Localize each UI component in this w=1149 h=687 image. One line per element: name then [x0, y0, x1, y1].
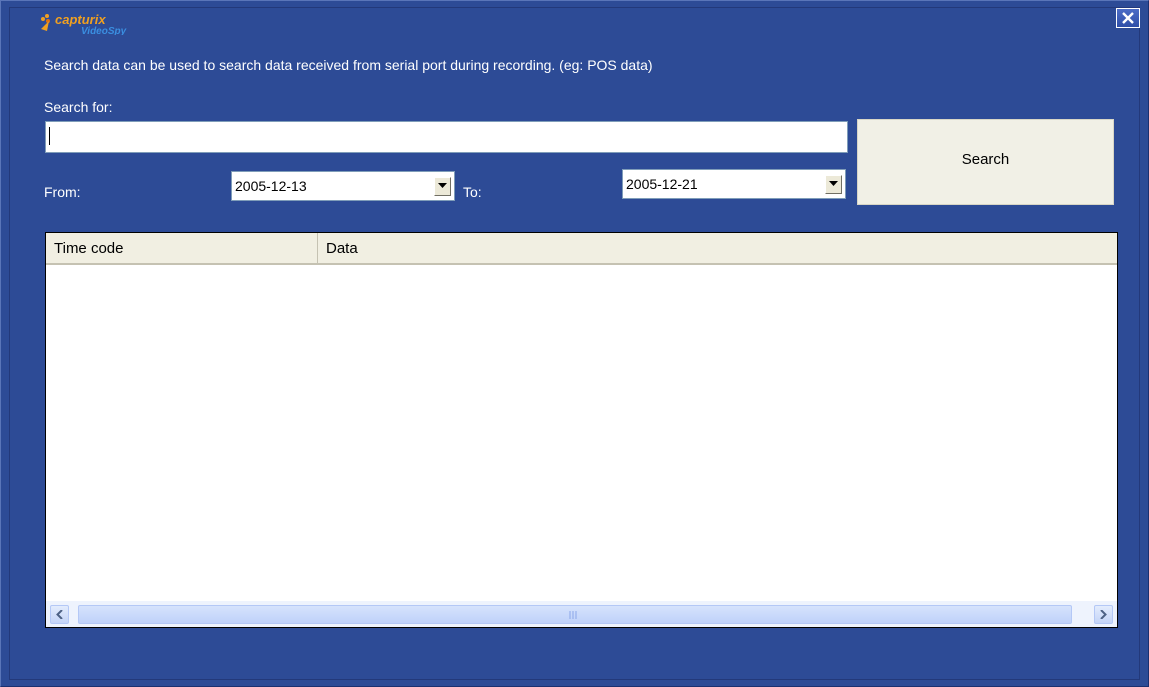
to-date-picker[interactable]: 2005-12-21: [622, 169, 846, 199]
svg-text:VideoSpy: VideoSpy: [81, 26, 127, 35]
scroll-left-button[interactable]: [50, 605, 69, 624]
search-button[interactable]: Search: [857, 119, 1114, 205]
chevron-down-icon: [438, 183, 447, 188]
to-date-dropdown-button[interactable]: [825, 175, 842, 194]
search-data-window: capturix VideoSpy Search data can be use…: [0, 0, 1149, 687]
results-header: Time code Data: [46, 233, 1117, 265]
chevron-left-icon: [56, 610, 63, 619]
scroll-right-button[interactable]: [1094, 605, 1113, 624]
column-header-data[interactable]: Data: [318, 233, 1117, 263]
horizontal-scrollbar[interactable]: [46, 601, 1117, 627]
search-input[interactable]: [45, 121, 848, 153]
chevron-down-icon: [829, 181, 838, 186]
to-date-value: 2005-12-21: [626, 176, 698, 192]
capturix-logo: capturix VideoSpy: [41, 12, 127, 35]
close-icon: [1122, 12, 1134, 24]
search-button-label: Search: [961, 150, 1010, 168]
from-date-picker[interactable]: 2005-12-13: [231, 171, 455, 201]
description-text: Search data can be used to search data r…: [44, 57, 653, 73]
results-list[interactable]: Time code Data: [45, 232, 1118, 628]
grip-icon: [569, 611, 577, 619]
text-caret: [49, 127, 50, 145]
from-date-dropdown-button[interactable]: [434, 177, 451, 196]
close-button[interactable]: [1116, 8, 1140, 28]
to-label: To:: [463, 184, 482, 200]
svg-text:capturix: capturix: [55, 12, 106, 27]
column-header-time-code[interactable]: Time code: [46, 233, 318, 263]
scroll-thumb[interactable]: [78, 605, 1072, 624]
from-date-value: 2005-12-13: [235, 178, 307, 194]
from-label: From:: [44, 184, 81, 200]
chevron-right-icon: [1100, 610, 1107, 619]
search-for-label: Search for:: [44, 99, 113, 115]
